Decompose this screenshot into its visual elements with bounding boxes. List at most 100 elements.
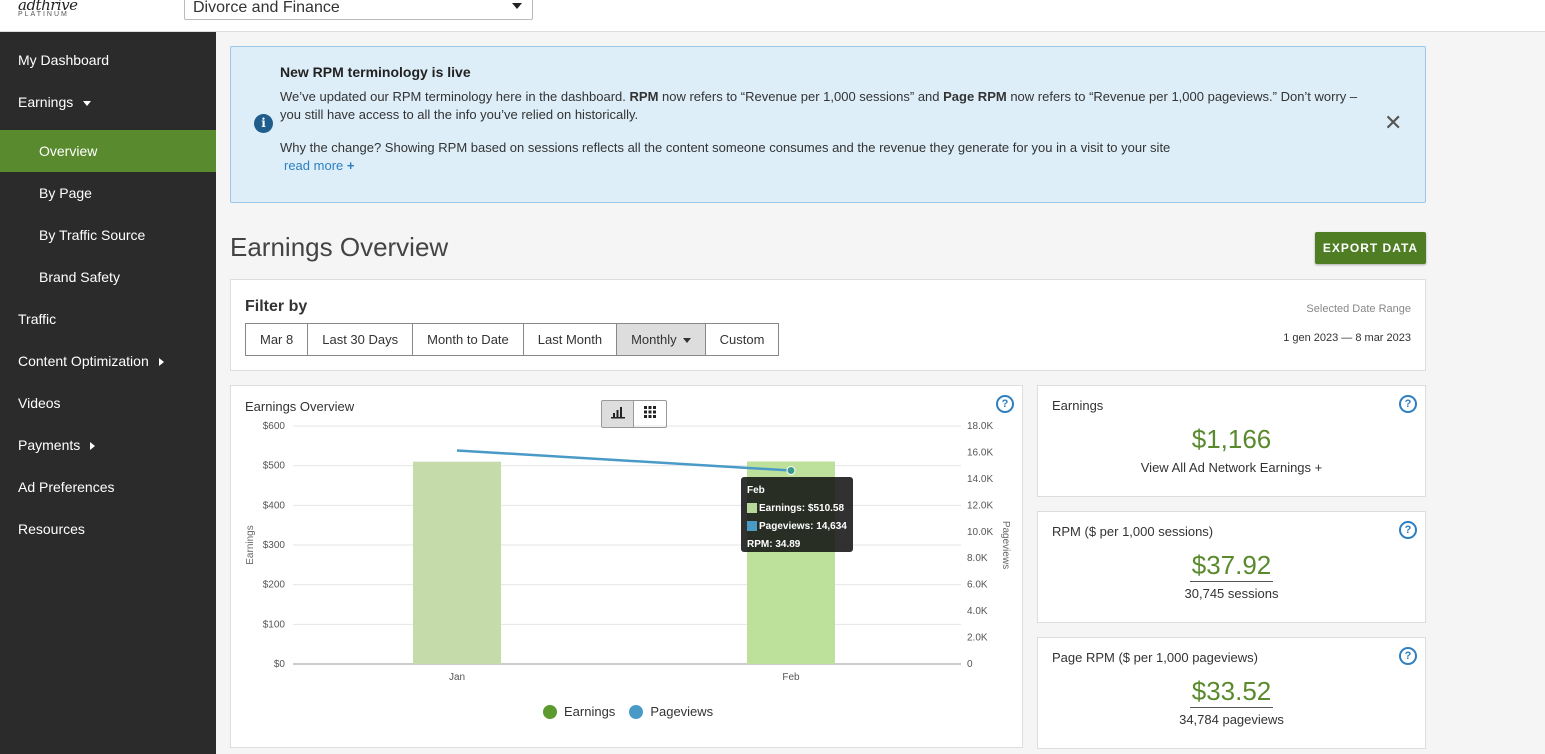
y-tick-label: $300 <box>263 540 286 551</box>
export-data-button[interactable]: EXPORT DATA <box>1315 232 1426 264</box>
notice-title: New RPM terminology is live <box>280 64 471 80</box>
caret-down-icon <box>83 100 92 106</box>
page-rpm-stat-card: Page RPM ($ per 1,000 pageviews) ? $33.5… <box>1037 637 1426 749</box>
y-tick-label: $200 <box>263 580 286 591</box>
tooltip-earnings: Earnings: $510.58 <box>759 503 845 514</box>
top-bar: adthrive PLATINUM Divorce and Finance <box>0 0 1545 32</box>
chart-legend: Earnings Pageviews <box>543 704 727 719</box>
legend-item-pageviews[interactable]: Pageviews <box>629 704 713 719</box>
adthrive-logo[interactable]: adthrive PLATINUM <box>18 0 78 18</box>
y2-tick-label: 18.0K <box>967 421 993 432</box>
caret-right-icon <box>90 442 96 451</box>
sidebar-item-resources[interactable]: Resources <box>0 508 216 550</box>
legend-swatch-pageviews <box>629 704 644 719</box>
view-all-ad-network-earnings-link[interactable]: View All Ad Network Earnings + <box>1038 460 1425 475</box>
help-icon[interactable]: ? <box>1399 647 1417 665</box>
earnings-chart: $0 $100 $200 $300 $400 $500 $600 0 2.0K 4.0K 6.0K 8… <box>245 421 1011 683</box>
stat-sub-pageviews: 34,784 pageviews <box>1179 712 1284 727</box>
notice-why: Why the change? Showing RPM based on ses… <box>280 140 1171 155</box>
close-icon[interactable]: ✕ <box>1384 112 1402 134</box>
y2-tick-label: 4.0K <box>967 606 988 617</box>
stat-value-rpm: $37.92 <box>1189 550 1274 582</box>
table-view-icon[interactable] <box>634 401 666 427</box>
chart-view-toggle <box>601 400 667 428</box>
y-tick-label: $100 <box>263 619 286 630</box>
caret-down-icon <box>682 338 691 344</box>
caret-right-icon <box>158 358 164 367</box>
earnings-chart-card: $0 $100 $200 $300 $400 $500 $600 0 2.0K 4.0K 6.0K 8… <box>230 385 1023 748</box>
sidebar-item-earnings[interactable]: Earnings <box>0 81 216 123</box>
y-axis-label: Earnings <box>245 525 256 564</box>
help-icon[interactable]: ? <box>996 395 1014 413</box>
y2-tick-label: 6.0K <box>967 580 988 591</box>
site-selector[interactable]: Divorce and Finance <box>184 0 533 20</box>
y2-tick-label: 10.0K <box>967 527 993 538</box>
y-tick-label: $600 <box>263 421 286 432</box>
logo-tier: PLATINUM <box>18 11 69 18</box>
sidebar: My Dashboard Earnings Overview By Page B… <box>0 32 216 754</box>
stat-value-page-rpm: $33.52 <box>1189 676 1274 708</box>
date-filter-buttons: Mar 8 Last 30 Days Month to Date Last Mo… <box>245 323 780 356</box>
filter-last-month-button[interactable]: Last Month <box>523 324 618 355</box>
stat-value-earnings: $1,166 <box>1191 424 1272 454</box>
earnings-stat-card: Earnings ? $1,166 View All Ad Network Ea… <box>1037 385 1426 497</box>
sidebar-item-traffic[interactable]: Traffic <box>0 298 216 340</box>
plus-icon: + <box>346 158 355 173</box>
bar-chart-view-icon[interactable] <box>602 401 634 427</box>
legend-swatch-earnings <box>543 704 557 719</box>
stat-label-page-rpm: Page RPM ($ per 1,000 pageviews) <box>1052 650 1258 665</box>
page-title: Earnings Overview <box>230 232 449 262</box>
sidebar-item-my-dashboard[interactable]: My Dashboard <box>0 39 216 81</box>
y2-tick-label: 14.0K <box>967 474 993 485</box>
rpm-stat-card: RPM ($ per 1,000 sessions) ? $37.92 30,7… <box>1037 511 1426 623</box>
info-icon: i <box>254 114 273 133</box>
sidebar-item-content-optimization[interactable]: Content Optimization <box>0 340 216 382</box>
chevron-down-icon <box>512 3 522 9</box>
y2-tick-label: 8.0K <box>967 553 988 564</box>
tooltip-swatch-earnings <box>747 503 757 514</box>
filter-last-30-days-button[interactable]: Last 30 Days <box>308 324 414 355</box>
read-more-link[interactable]: read more + <box>284 158 354 173</box>
filter-mar8-button[interactable]: Mar 8 <box>246 324 309 355</box>
y2-tick-label: 2.0K <box>967 633 988 644</box>
chart-tooltip: Feb Earnings: $510.58 Pageviews: 14,634 … <box>741 477 853 552</box>
sidebar-item-videos[interactable]: Videos <box>0 382 216 424</box>
filter-label: Filter by <box>245 298 308 315</box>
x-tick-label: Jan <box>449 672 465 683</box>
filter-custom-button[interactable]: Custom <box>705 324 779 355</box>
sidebar-item-brand-safety[interactable]: Brand Safety <box>0 256 216 298</box>
x-tick-label: Feb <box>782 672 800 683</box>
y-tick-label: $0 <box>274 659 286 670</box>
rpm-notice-banner: i New RPM terminology is live We’ve upda… <box>230 46 1426 203</box>
notice-body: We’ve updated our RPM terminology here i… <box>280 89 1358 122</box>
sidebar-item-by-page[interactable]: By Page <box>0 172 216 214</box>
date-range-value: 1 gen 2023 — 8 mar 2023 <box>1283 332 1411 344</box>
tooltip-swatch-pageviews <box>747 521 757 532</box>
legend-item-earnings[interactable]: Earnings <box>543 704 615 719</box>
help-icon[interactable]: ? <box>1399 521 1417 539</box>
filter-month-to-date-button[interactable]: Month to Date <box>413 324 524 355</box>
tooltip-rpm: RPM: 34.89 <box>747 539 801 550</box>
bar-jan <box>413 461 501 664</box>
filter-card: Filter by Mar 8 Last 30 Days Month to Da… <box>230 279 1426 371</box>
sidebar-item-payments[interactable]: Payments <box>0 424 216 466</box>
y-tick-label: $400 <box>263 500 286 511</box>
help-icon[interactable]: ? <box>1399 395 1417 413</box>
sidebar-item-ad-preferences[interactable]: Ad Preferences <box>0 466 216 508</box>
sidebar-item-overview[interactable]: Overview <box>0 130 216 172</box>
y2-tick-label: 0 <box>967 659 973 670</box>
tooltip-title: Feb <box>747 485 765 496</box>
pageviews-point-feb <box>786 466 796 476</box>
stat-label-earnings: Earnings <box>1052 398 1104 413</box>
y2-tick-label: 12.0K <box>967 500 993 511</box>
stat-label-rpm: RPM ($ per 1,000 sessions) <box>1052 524 1214 539</box>
y2-axis-label: Pageviews <box>1000 521 1011 569</box>
site-selector-value: Divorce and Finance <box>193 0 340 16</box>
chart-title: Earnings Overview <box>245 399 355 414</box>
date-range-label: Selected Date Range <box>1306 303 1411 315</box>
pageviews-line <box>456 449 792 472</box>
sidebar-item-by-traffic-source[interactable]: By Traffic Source <box>0 214 216 256</box>
filter-monthly-dropdown[interactable]: Monthly <box>617 324 706 355</box>
y2-tick-label: 16.0K <box>967 447 993 458</box>
y-tick-label: $500 <box>263 461 286 472</box>
